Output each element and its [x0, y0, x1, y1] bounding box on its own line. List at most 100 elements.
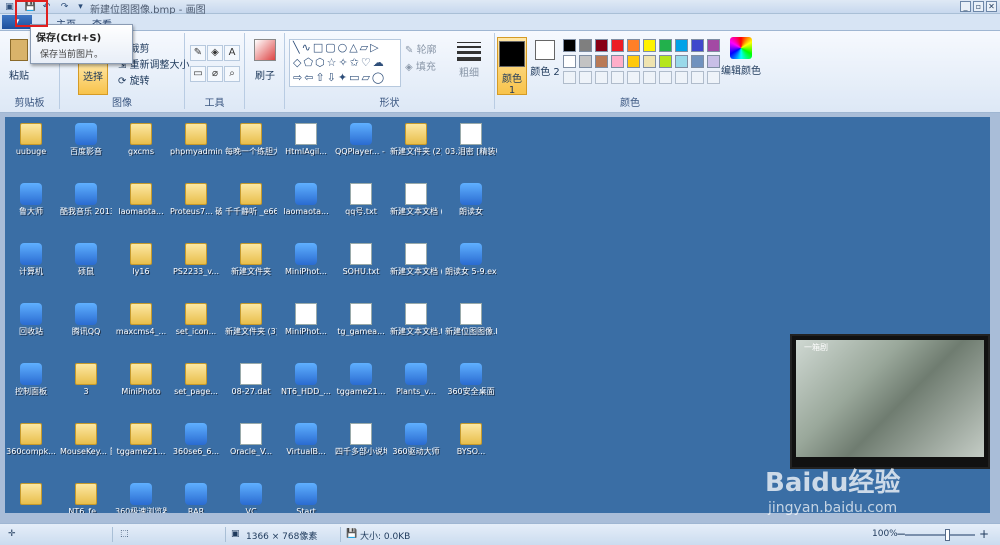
palette-swatch[interactable]: [627, 39, 640, 52]
desktop-icon[interactable]: 千千静听 _e666.cn: [225, 183, 277, 216]
desktop-icon[interactable]: 鲁大师: [5, 183, 57, 216]
desktop-icon[interactable]: 新建文本文档 (4).txt: [390, 243, 442, 276]
zoom-slider-thumb[interactable]: [945, 529, 950, 541]
redo-icon[interactable]: ↷: [58, 1, 71, 13]
palette-swatch[interactable]: [643, 39, 656, 52]
custom-color-swatch[interactable]: [691, 71, 704, 84]
palette-swatch[interactable]: [707, 55, 720, 68]
desktop-icon[interactable]: 360驱动大师: [390, 423, 442, 456]
desktop-icon[interactable]: Plants_v...: [390, 363, 442, 396]
desktop-icon[interactable]: MouseKey... 鼠键拷子...: [60, 423, 112, 456]
palette-swatch[interactable]: [643, 55, 656, 68]
magnifier-icon[interactable]: ⌕: [224, 66, 240, 82]
color-picker-icon[interactable]: ⌀: [207, 66, 223, 82]
maximize-button[interactable]: ▫: [973, 1, 984, 12]
palette-swatch[interactable]: [611, 55, 624, 68]
desktop-icon[interactable]: NT6_fe...: [60, 483, 112, 513]
desktop-icon[interactable]: set_page...: [170, 363, 222, 396]
custom-color-swatch[interactable]: [707, 71, 720, 84]
custom-color-swatch[interactable]: [643, 71, 656, 84]
custom-color-swatch[interactable]: [611, 71, 624, 84]
fill-button[interactable]: ◈ 填充: [405, 58, 436, 73]
desktop-icon[interactable]: VC: [225, 483, 277, 513]
desktop-icon[interactable]: uubuge: [5, 123, 57, 156]
palette-swatch[interactable]: [675, 55, 688, 68]
desktop-icon[interactable]: set_icon...: [170, 303, 222, 336]
desktop-icon[interactable]: gxcms: [115, 123, 167, 156]
palette-swatch[interactable]: [611, 39, 624, 52]
palette-swatch[interactable]: [563, 39, 576, 52]
desktop-icon[interactable]: 03.泪密 [精装中文字...: [445, 123, 497, 156]
custom-color-swatch[interactable]: [659, 71, 672, 84]
palette-swatch[interactable]: [595, 55, 608, 68]
palette-swatch[interactable]: [563, 55, 576, 68]
palette-swatch[interactable]: [707, 39, 720, 52]
desktop-icon[interactable]: 新建文件夹 (3): [225, 303, 277, 336]
desktop-icon[interactable]: tggame21...: [115, 423, 167, 456]
desktop-icon[interactable]: 朗读女 5-9.exe: [445, 243, 497, 276]
desktop-icon[interactable]: 新建文件夹 (2): [390, 123, 442, 156]
desktop-icon[interactable]: 回收站: [5, 303, 57, 336]
desktop-icon[interactable]: SOHU.txt: [335, 243, 387, 276]
desktop-icon[interactable]: MiniPhot...: [280, 303, 332, 336]
close-button[interactable]: ✕: [986, 1, 997, 12]
desktop-screenshot[interactable]: 一箱剧 uubuge 百度影音 gxcms phpmyadmin每晚一个练胆大故事..…: [5, 117, 990, 513]
desktop-icon[interactable]: 硕鼠: [60, 243, 112, 276]
desktop-icon[interactable]: phpmyadmin: [170, 123, 222, 156]
desktop-icon[interactable]: 08-27.dat: [225, 363, 277, 396]
desktop-icon[interactable]: QQPlayer... - 快捷方式: [335, 123, 387, 156]
desktop-icon[interactable]: 四千多部小说地址.html: [335, 423, 387, 456]
palette-swatch[interactable]: [675, 39, 688, 52]
custom-color-swatch[interactable]: [563, 71, 576, 84]
color1-button[interactable]: 颜色 1: [497, 37, 527, 96]
desktop-icon[interactable]: tggame21...: [335, 363, 387, 396]
desktop-icon[interactable]: 新建文本文档.txt: [390, 303, 442, 336]
desktop-icon[interactable]: 控制面板: [5, 363, 57, 396]
zoom-slider[interactable]: [905, 534, 975, 536]
desktop-icon[interactable]: 腾讯QQ: [60, 303, 112, 336]
desktop-icon[interactable]: PS2233_v...: [170, 243, 222, 276]
desktop-icon[interactable]: maxcms4_...: [115, 303, 167, 336]
outline-button[interactable]: ✎ 轮廓: [405, 41, 437, 56]
minimize-button[interactable]: _: [960, 1, 971, 12]
desktop-icon[interactable]: 360compk...: [5, 423, 57, 456]
palette-swatch[interactable]: [659, 55, 672, 68]
desktop-icon[interactable]: RAR: [170, 483, 222, 513]
desktop-icon[interactable]: VirtualB...: [280, 423, 332, 456]
eraser-icon[interactable]: ▭: [190, 66, 206, 82]
desktop-icon[interactable]: [5, 483, 57, 507]
select-button[interactable]: 选择: [78, 61, 108, 95]
desktop-icon[interactable]: MiniPhot...: [280, 243, 332, 276]
palette-swatch[interactable]: [691, 55, 704, 68]
desktop-icon[interactable]: MiniPhoto: [115, 363, 167, 396]
color2-button[interactable]: 颜色 2: [530, 37, 560, 95]
desktop-icon[interactable]: 新建文本文档 (3).txt: [390, 183, 442, 216]
desktop-icon[interactable]: qq号.txt: [335, 183, 387, 216]
palette-swatch[interactable]: [627, 55, 640, 68]
dropdown-icon[interactable]: ▾: [74, 1, 87, 13]
desktop-icon[interactable]: BYSO...: [445, 423, 497, 456]
desktop-icon[interactable]: 每晚一个练胆大故事..: [225, 123, 277, 156]
desktop-icon[interactable]: laomaota...: [280, 183, 332, 216]
desktop-icon[interactable]: laomaota...: [115, 183, 167, 216]
pencil-icon[interactable]: ✎: [190, 45, 206, 61]
desktop-icon[interactable]: NT6_HDD_...: [280, 363, 332, 396]
desktop-icon[interactable]: 计算机: [5, 243, 57, 276]
desktop-icon[interactable]: 新建位图图像.bmp: [445, 303, 497, 336]
desktop-icon[interactable]: 360se6_6...: [170, 423, 222, 456]
palette-swatch[interactable]: [595, 39, 608, 52]
desktop-icon[interactable]: Start: [280, 483, 332, 513]
rotate-button[interactable]: ⟳ 旋转: [118, 72, 150, 87]
text-icon[interactable]: A: [224, 45, 240, 61]
paste-button[interactable]: 粘贴: [8, 39, 30, 82]
custom-color-swatch[interactable]: [595, 71, 608, 84]
thickness-button[interactable]: 粗细: [453, 39, 485, 79]
palette-swatch[interactable]: [579, 39, 592, 52]
desktop-icon[interactable]: 360安全桌面: [445, 363, 497, 396]
palette-swatch[interactable]: [579, 55, 592, 68]
fill-icon[interactable]: ◈: [207, 45, 223, 61]
desktop-icon[interactable]: 百度影音: [60, 123, 112, 156]
edit-colors-button[interactable]: 编辑颜色: [721, 37, 761, 77]
desktop-icon[interactable]: 3: [60, 363, 112, 396]
desktop-icon[interactable]: 新建文件夹: [225, 243, 277, 276]
